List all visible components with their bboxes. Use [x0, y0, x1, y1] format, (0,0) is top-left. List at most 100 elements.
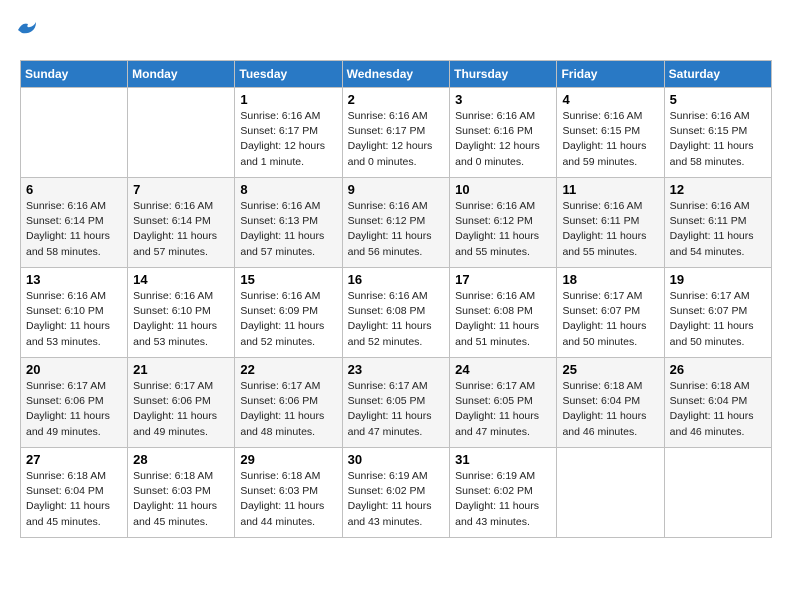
calendar-header: SundayMondayTuesdayWednesdayThursdayFrid… [21, 61, 772, 88]
day-info: Sunrise: 6:16 AM Sunset: 6:16 PM Dayligh… [455, 109, 551, 170]
header-cell-wednesday: Wednesday [342, 61, 450, 88]
logo-bird-icon [16, 20, 38, 36]
calendar-cell: 22Sunrise: 6:17 AM Sunset: 6:06 PM Dayli… [235, 358, 342, 448]
calendar-cell: 15 Sunrise: 6:16 AM Sunset: 6:09 PM Dayli… [235, 268, 342, 358]
day-info: Sunrise: 6:17 AM Sunset: 6:07 PM Dayligh… [670, 289, 766, 350]
calendar-cell: 1 Sunrise: 6:16 AM Sunset: 6:17 PM Daylig… [235, 88, 342, 178]
calendar-cell: 17Sunrise: 6:16 AM Sunset: 6:08 PM Dayli… [450, 268, 557, 358]
day-number: 27 [26, 452, 122, 467]
day-number: 19 [670, 272, 766, 287]
day-info: Sunrise: 6:16 AM Sunset: 6:17 PM Dayligh… [240, 109, 336, 170]
header-cell-friday: Friday [557, 61, 664, 88]
day-info: Sunrise: 6:18 AM Sunset: 6:04 PM Dayligh… [26, 469, 122, 530]
day-info: Sunrise: 6:16 AM Sunset: 6:12 PM Dayligh… [348, 199, 445, 260]
day-info: Sunrise: 6:18 AM Sunset: 6:03 PM Dayligh… [133, 469, 229, 530]
day-number: 15 [240, 272, 336, 287]
calendar-table: SundayMondayTuesdayWednesdayThursdayFrid… [20, 60, 772, 538]
day-number: 30 [348, 452, 445, 467]
day-info: Sunrise: 6:16 AM Sunset: 6:15 PM Dayligh… [562, 109, 658, 170]
day-info: Sunrise: 6:18 AM Sunset: 6:04 PM Dayligh… [562, 379, 658, 440]
calendar-cell: 13 Sunrise: 6:16 AM Sunset: 6:10 PM Dayli… [21, 268, 128, 358]
calendar-cell: 19 Sunrise: 6:17 AM Sunset: 6:07 PM Dayli… [664, 268, 771, 358]
day-number: 31 [455, 452, 551, 467]
calendar-cell: 16 Sunrise: 6:16 AM Sunset: 6:08 PM Dayli… [342, 268, 450, 358]
day-info: Sunrise: 6:17 AM Sunset: 6:05 PM Dayligh… [348, 379, 445, 440]
calendar-cell: 5Sunrise: 6:16 AM Sunset: 6:15 PM Daylig… [664, 88, 771, 178]
calendar-cell [21, 88, 128, 178]
day-number: 4 [562, 92, 658, 107]
day-number: 14 [133, 272, 229, 287]
day-number: 1 [240, 92, 336, 107]
day-info: Sunrise: 6:17 AM Sunset: 6:06 PM Dayligh… [133, 379, 229, 440]
day-number: 20 [26, 362, 122, 377]
day-info: Sunrise: 6:16 AM Sunset: 6:08 PM Dayligh… [348, 289, 445, 350]
day-info: Sunrise: 6:16 AM Sunset: 6:14 PM Dayligh… [26, 199, 122, 260]
calendar-cell: 25Sunrise: 6:18 AM Sunset: 6:04 PM Dayli… [557, 358, 664, 448]
calendar-cell: 24 Sunrise: 6:17 AM Sunset: 6:05 PM Dayli… [450, 358, 557, 448]
day-info: Sunrise: 6:17 AM Sunset: 6:06 PM Dayligh… [240, 379, 336, 440]
day-info: Sunrise: 6:16 AM Sunset: 6:09 PM Dayligh… [240, 289, 336, 350]
day-number: 11 [562, 182, 658, 197]
calendar-cell: 2 Sunrise: 6:16 AM Sunset: 6:17 PM Daylig… [342, 88, 450, 178]
calendar-cell: 14 Sunrise: 6:16 AM Sunset: 6:10 PM Dayli… [128, 268, 235, 358]
day-number: 12 [670, 182, 766, 197]
calendar-cell: 21 Sunrise: 6:17 AM Sunset: 6:06 PM Dayli… [128, 358, 235, 448]
calendar-cell: 30 Sunrise: 6:19 AM Sunset: 6:02 PM Dayli… [342, 448, 450, 538]
day-number: 28 [133, 452, 229, 467]
calendar-cell: 29Sunrise: 6:18 AM Sunset: 6:03 PM Dayli… [235, 448, 342, 538]
day-number: 10 [455, 182, 551, 197]
day-number: 8 [240, 182, 336, 197]
day-info: Sunrise: 6:18 AM Sunset: 6:03 PM Dayligh… [240, 469, 336, 530]
day-info: Sunrise: 6:18 AM Sunset: 6:04 PM Dayligh… [670, 379, 766, 440]
day-info: Sunrise: 6:16 AM Sunset: 6:10 PM Dayligh… [26, 289, 122, 350]
calendar-cell: 28 Sunrise: 6:18 AM Sunset: 6:03 PM Dayli… [128, 448, 235, 538]
day-info: Sunrise: 6:16 AM Sunset: 6:11 PM Dayligh… [670, 199, 766, 260]
day-info: Sunrise: 6:16 AM Sunset: 6:13 PM Dayligh… [240, 199, 336, 260]
day-number: 13 [26, 272, 122, 287]
calendar-week-row: 1 Sunrise: 6:16 AM Sunset: 6:17 PM Daylig… [21, 88, 772, 178]
calendar-cell: 6Sunrise: 6:16 AM Sunset: 6:14 PM Daylig… [21, 178, 128, 268]
day-number: 16 [348, 272, 445, 287]
calendar-cell: 18 Sunrise: 6:17 AM Sunset: 6:07 PM Dayli… [557, 268, 664, 358]
calendar-cell: 3 Sunrise: 6:16 AM Sunset: 6:16 PM Daylig… [450, 88, 557, 178]
calendar-cell: 7Sunrise: 6:16 AM Sunset: 6:14 PM Daylig… [128, 178, 235, 268]
day-info: Sunrise: 6:16 AM Sunset: 6:10 PM Dayligh… [133, 289, 229, 350]
calendar-cell: 10 Sunrise: 6:16 AM Sunset: 6:12 PM Dayli… [450, 178, 557, 268]
day-info: Sunrise: 6:17 AM Sunset: 6:07 PM Dayligh… [562, 289, 658, 350]
day-number: 23 [348, 362, 445, 377]
day-info: Sunrise: 6:17 AM Sunset: 6:06 PM Dayligh… [26, 379, 122, 440]
calendar-cell: 4 Sunrise: 6:16 AM Sunset: 6:15 PM Daylig… [557, 88, 664, 178]
day-number: 3 [455, 92, 551, 107]
day-number: 5 [670, 92, 766, 107]
calendar-cell: 8 Sunrise: 6:16 AM Sunset: 6:13 PM Daylig… [235, 178, 342, 268]
day-number: 9 [348, 182, 445, 197]
calendar-cell: 23 Sunrise: 6:17 AM Sunset: 6:05 PM Dayli… [342, 358, 450, 448]
logo [20, 20, 38, 50]
day-info: Sunrise: 6:16 AM Sunset: 6:11 PM Dayligh… [562, 199, 658, 260]
page-header [20, 20, 772, 50]
calendar-week-row: 20 Sunrise: 6:17 AM Sunset: 6:06 PM Dayli… [21, 358, 772, 448]
day-number: 24 [455, 362, 551, 377]
calendar-cell [557, 448, 664, 538]
header-cell-tuesday: Tuesday [235, 61, 342, 88]
day-info: Sunrise: 6:19 AM Sunset: 6:02 PM Dayligh… [348, 469, 445, 530]
day-number: 21 [133, 362, 229, 377]
day-number: 26 [670, 362, 766, 377]
header-cell-saturday: Saturday [664, 61, 771, 88]
day-info: Sunrise: 6:16 AM Sunset: 6:17 PM Dayligh… [348, 109, 445, 170]
day-info: Sunrise: 6:17 AM Sunset: 6:05 PM Dayligh… [455, 379, 551, 440]
calendar-cell: 26 Sunrise: 6:18 AM Sunset: 6:04 PM Dayli… [664, 358, 771, 448]
header-row: SundayMondayTuesdayWednesdayThursdayFrid… [21, 61, 772, 88]
calendar-week-row: 27 Sunrise: 6:18 AM Sunset: 6:04 PM Dayli… [21, 448, 772, 538]
day-info: Sunrise: 6:16 AM Sunset: 6:08 PM Dayligh… [455, 289, 551, 350]
header-cell-monday: Monday [128, 61, 235, 88]
calendar-cell: 20 Sunrise: 6:17 AM Sunset: 6:06 PM Dayli… [21, 358, 128, 448]
day-number: 2 [348, 92, 445, 107]
day-info: Sunrise: 6:16 AM Sunset: 6:14 PM Dayligh… [133, 199, 229, 260]
calendar-cell: 9 Sunrise: 6:16 AM Sunset: 6:12 PM Daylig… [342, 178, 450, 268]
day-number: 18 [562, 272, 658, 287]
calendar-week-row: 13 Sunrise: 6:16 AM Sunset: 6:10 PM Dayli… [21, 268, 772, 358]
day-info: Sunrise: 6:19 AM Sunset: 6:02 PM Dayligh… [455, 469, 551, 530]
day-info: Sunrise: 6:16 AM Sunset: 6:12 PM Dayligh… [455, 199, 551, 260]
header-cell-thursday: Thursday [450, 61, 557, 88]
